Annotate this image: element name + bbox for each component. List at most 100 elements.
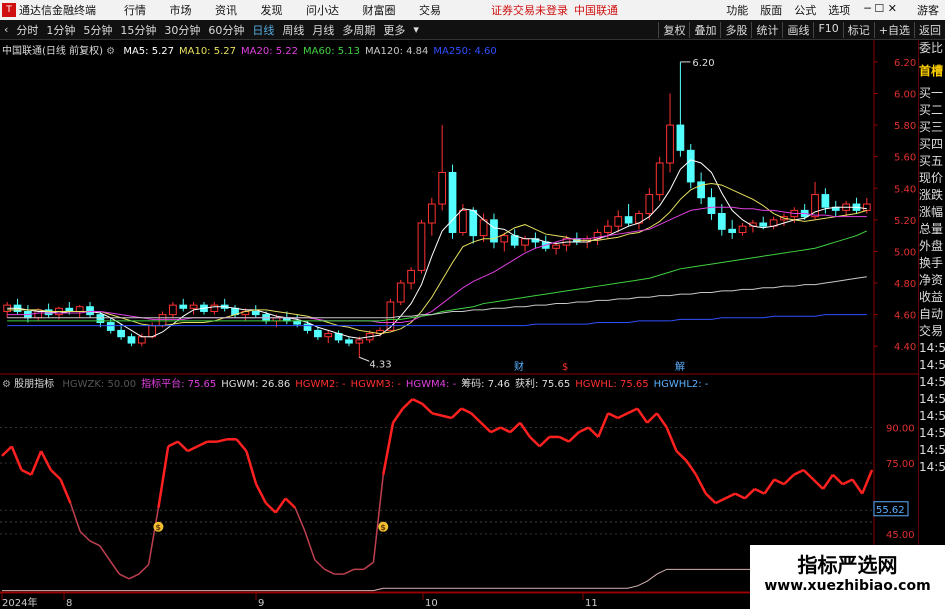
ma-line-ma10: [7, 183, 867, 335]
indicator-segment: [21, 468, 32, 476]
side-panel-item-12[interactable]: 换手: [919, 255, 945, 272]
side-panel-item-4[interactable]: 买三: [919, 119, 945, 136]
side-panel-item-24[interactable]: 14:56: [919, 459, 945, 476]
side-panel-item-2[interactable]: 买一: [919, 85, 945, 102]
indicator-segment: [812, 478, 824, 490]
side-panel-item-23[interactable]: 14:56: [919, 442, 945, 459]
menu-item-trade[interactable]: 交易: [419, 4, 441, 17]
candle-body: [707, 197, 716, 215]
user-label[interactable]: 游客: [917, 2, 939, 18]
indicator-segment: [363, 561, 374, 570]
side-panel-item-14[interactable]: 收益: [919, 289, 945, 306]
period-tab-60min[interactable]: 60分钟: [204, 22, 248, 38]
indicator-segment: [30, 450, 43, 476]
multi-stock-button[interactable]: 多股: [720, 21, 751, 38]
adjust-button[interactable]: 复权: [658, 21, 689, 38]
more-dropdown-icon[interactable]: ▾: [409, 23, 423, 36]
candle-body: [324, 333, 333, 338]
period-tab-15min[interactable]: 15分钟: [116, 22, 160, 38]
side-panel-item-21[interactable]: 14:56: [919, 408, 945, 425]
side-panel-item-0[interactable]: 委比: [919, 40, 945, 57]
candle-body: [303, 323, 312, 331]
ma-line-ma120: [7, 276, 867, 319]
stats-button[interactable]: 统计: [751, 21, 782, 38]
indicator-segment: [636, 407, 649, 424]
overlay-button[interactable]: 叠加: [689, 21, 720, 38]
period-tab-more[interactable]: 更多: [379, 22, 409, 38]
ma-label-0: MA5: 5.27: [123, 46, 174, 57]
top-stock-name: 中国联通: [574, 4, 618, 17]
kline-chart[interactable]: 6.20 6.00 5.80 5.60 5.40 5.20 5.00 4.80 4.60 4.40…: [0, 40, 918, 609]
side-panel-item-20[interactable]: 14:56: [919, 391, 945, 408]
event-marker-1: $: [562, 362, 568, 373]
period-tab-fenshi[interactable]: 分时: [12, 22, 42, 38]
period-tab-1min[interactable]: 1分钟: [42, 22, 79, 38]
side-panel-item-10[interactable]: 总量: [919, 221, 945, 238]
indicator-settings-icon[interactable]: ⚙: [2, 379, 11, 390]
side-panel-item-13[interactable]: 净资: [919, 272, 945, 289]
period-tab-5min[interactable]: 5分钟: [79, 22, 116, 38]
add-favorite-button[interactable]: +自选: [873, 21, 914, 38]
indicator-segment: [744, 488, 756, 500]
indicator-segment: [1, 445, 13, 457]
period-tab-multi[interactable]: 多周期: [338, 22, 379, 38]
price-axis-label-3: 5.60: [894, 153, 916, 164]
indicator-segment: [538, 436, 551, 448]
side-panel-item-17[interactable]: 14:56: [919, 340, 945, 357]
side-panel-item-15[interactable]: 自动: [919, 306, 945, 323]
menu-item-options[interactable]: 选项: [828, 2, 850, 18]
indicator-segment: [597, 412, 610, 438]
price-axis-label-1: 6.00: [894, 89, 916, 100]
toolbar-collapse-icon[interactable]: ‹: [0, 23, 12, 36]
side-panel-item-19[interactable]: 14:56: [919, 374, 945, 391]
candle-body: [407, 269, 415, 284]
ma-label-1: MA10: 5.27: [178, 46, 236, 57]
side-panel-item-5[interactable]: 买四: [919, 136, 945, 153]
menu-item-wealth[interactable]: 财富圈: [363, 4, 396, 17]
indicator-segment: [265, 502, 277, 514]
side-panel-item-7[interactable]: 现价: [919, 170, 945, 187]
indicator-segment: [294, 507, 306, 532]
indicator-segment: [235, 438, 248, 452]
settings-icon[interactable]: ⚙: [106, 46, 115, 57]
period-tab-30min[interactable]: 30分钟: [160, 22, 204, 38]
indicator-segment: [617, 412, 629, 420]
side-panel-item-16[interactable]: 交易: [919, 323, 945, 340]
period-tab-monthly[interactable]: 月线: [308, 22, 338, 38]
menu-item-quotes[interactable]: 行情: [124, 4, 146, 17]
f10-button[interactable]: F10: [813, 21, 842, 38]
candle-body: [614, 216, 623, 227]
menu-item-layout[interactable]: 版面: [760, 2, 782, 18]
menu-item-ask[interactable]: 问小达: [306, 4, 339, 17]
candle-body: [251, 310, 260, 316]
candle-body: [396, 282, 405, 303]
indicator-label-1: 指标平台: 75.65: [141, 379, 217, 390]
indicator-segment: [694, 474, 707, 495]
title-bar: T 通达信金融终端 行情 市场 资讯 发现 问小达 财富圈 交易 证券交易未登录…: [0, 0, 945, 20]
side-panel-item-3[interactable]: 买二: [919, 102, 945, 119]
period-tab-weekly[interactable]: 周线: [278, 22, 308, 38]
side-panel-item-11[interactable]: 外盘: [919, 238, 945, 255]
low-price-label: 4.33: [369, 359, 391, 370]
side-panel-item-1[interactable]: 首槽: [919, 57, 945, 85]
period-tab-daily[interactable]: 日线: [248, 22, 278, 38]
side-panel-item-22[interactable]: 14:56: [919, 425, 945, 442]
menu-item-market[interactable]: 市场: [170, 4, 192, 17]
window-controls[interactable]: ─ ☐ ✕: [864, 2, 897, 18]
draw-line-button[interactable]: 画线: [782, 21, 813, 38]
login-warning[interactable]: 证券交易未登录: [491, 2, 568, 18]
indicator-segment: [558, 435, 570, 443]
side-panel-item-18[interactable]: 14:56: [919, 357, 945, 374]
candle-body: [821, 194, 830, 208]
indicator-segment: [704, 492, 717, 505]
ma-label-2: MA20: 5.22: [241, 46, 299, 57]
side-panel-item-9[interactable]: 涨幅: [919, 204, 945, 221]
menu-item-news[interactable]: 资讯: [215, 4, 237, 17]
menu-item-function[interactable]: 功能: [726, 2, 748, 18]
side-panel-item-6[interactable]: 买五: [919, 153, 945, 170]
menu-item-discover[interactable]: 发现: [261, 4, 283, 17]
mark-button[interactable]: 标记: [842, 21, 874, 38]
side-panel-item-8[interactable]: 涨跌: [919, 187, 945, 204]
menu-item-formula[interactable]: 公式: [794, 2, 816, 18]
back-button[interactable]: 返回: [914, 21, 945, 38]
